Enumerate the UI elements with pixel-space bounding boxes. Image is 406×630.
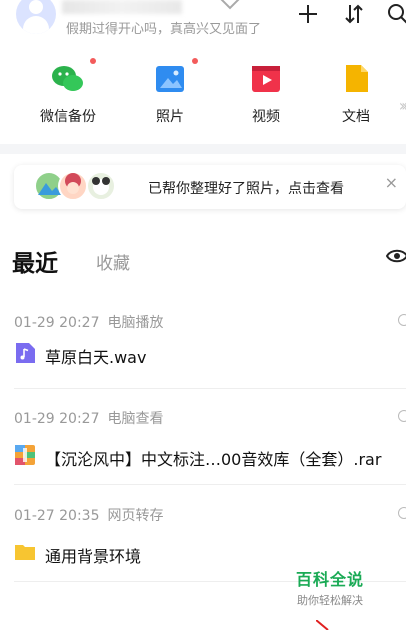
quick-access-bar: 微信备份 照片 视频 文档 — [0, 58, 406, 130]
archive-file-icon — [15, 445, 35, 465]
quick-item-label: 视频 — [252, 109, 280, 125]
quick-item-label: 微信备份 — [40, 109, 96, 125]
video-icon — [248, 60, 284, 96]
sort-icon[interactable] — [342, 2, 366, 26]
top-bar: 假期过得开心吗，真高兴又见面了 — [0, 0, 406, 40]
watermark-subtitle: 助你轻松解决 — [297, 594, 363, 607]
watermark-title: 百科全说 — [295, 570, 364, 589]
quick-item-label: 照片 — [156, 109, 184, 125]
tab-recent[interactable]: 最近 — [12, 244, 58, 278]
group-divider — [14, 388, 406, 389]
search-icon[interactable] — [386, 2, 406, 26]
audio-file-icon — [16, 343, 35, 363]
group-time: 01-29 20:27 — [14, 315, 100, 331]
group-time: 01-29 20:27 — [14, 411, 100, 427]
recent-tabs: 最近 收藏 — [0, 240, 406, 280]
quick-item-wechat-backup[interactable]: 微信备份 — [28, 58, 108, 126]
group-meta: 01-29 20:27 电脑播放 — [14, 312, 163, 332]
folder-icon — [15, 545, 35, 560]
file-name: 通用背景环境 — [45, 547, 142, 566]
red-pointer-mark — [316, 620, 329, 630]
badge-dot — [192, 58, 198, 64]
document-icon — [338, 60, 374, 96]
badge-dot — [90, 58, 96, 64]
quick-item-video[interactable]: 视频 — [226, 60, 306, 126]
greeting-subtitle: 假期过得开心吗，真高兴又见面了 — [66, 22, 262, 37]
girl-avatar-icon — [58, 171, 88, 201]
wechat-backup-icon — [50, 58, 96, 96]
group-time: 01-27 20:35 — [14, 508, 100, 524]
group-source: 网页转存 — [107, 508, 164, 524]
vip-diamond-icon[interactable] — [218, 0, 242, 10]
quick-item-label: 文档 — [342, 109, 370, 125]
banner-text: 已帮你整理好了照片，点击查看 — [148, 181, 344, 197]
quick-item-document[interactable]: 文档 — [316, 60, 396, 126]
quick-item-photo[interactable]: 照片 — [130, 58, 210, 126]
avatar[interactable] — [16, 0, 56, 34]
close-icon[interactable]: × — [385, 173, 398, 192]
group-divider — [14, 484, 406, 485]
photo-organize-banner[interactable]: 已帮你整理好了照片，点击查看 × — [14, 165, 406, 209]
section-divider — [0, 144, 406, 154]
add-icon[interactable] — [296, 2, 320, 26]
group-meta: 01-29 20:27 电脑查看 — [14, 408, 163, 428]
select-radio[interactable] — [398, 507, 406, 519]
file-name: 【沉沦风中】中文标注…00音效库（全套）.rar — [45, 450, 382, 469]
tab-favorites[interactable]: 收藏 — [96, 249, 130, 274]
group-meta: 01-27 20:35 网页转存 — [14, 505, 163, 525]
group-source: 电脑查看 — [107, 411, 164, 427]
select-radio[interactable] — [398, 410, 406, 422]
blurred-username — [62, 0, 182, 14]
watermark-logo: 百科全说 助你轻松解决 — [288, 566, 372, 608]
banner-avatars — [34, 171, 130, 203]
select-radio[interactable] — [398, 314, 406, 326]
eye-icon[interactable] — [386, 248, 406, 264]
dog-avatar-icon — [86, 171, 116, 201]
more-arrows-icon[interactable]: ››› — [399, 96, 406, 115]
group-source: 电脑播放 — [107, 315, 164, 331]
file-name: 草原白天.wav — [45, 348, 147, 367]
photo-icon — [152, 58, 198, 96]
